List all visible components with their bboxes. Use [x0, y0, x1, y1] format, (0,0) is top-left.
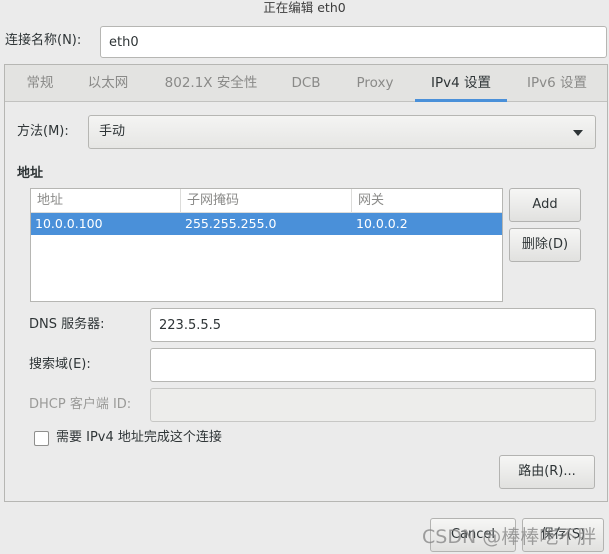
method-value: 手动 [99, 124, 126, 139]
column-header-gateway[interactable]: 网关 [352, 189, 502, 213]
connection-name-label: 连接名称(N): [5, 33, 82, 48]
settings-notebook: 常规 以太网 802.1X 安全性 DCB Proxy IPv4 设置 IPv6… [4, 64, 608, 502]
column-header-netmask[interactable]: 子网掩码 [181, 189, 352, 213]
window-title: 正在编辑 eth0 [263, 0, 346, 15]
address-section-title: 地址 [17, 166, 44, 181]
tab-general[interactable]: 常规 [15, 65, 65, 102]
address-table[interactable]: 地址 子网掩码 网关 10.0.0.100 255.255.255.0 10.0… [30, 188, 503, 302]
tab-dcb[interactable]: DCB [283, 65, 329, 102]
cell-netmask[interactable]: 255.255.255.0 [181, 213, 352, 235]
method-label: 方法(M): [17, 124, 69, 139]
connection-name-input[interactable] [100, 26, 607, 58]
search-domains-input[interactable] [150, 348, 596, 382]
tab-proxy[interactable]: Proxy [343, 65, 407, 102]
table-row[interactable]: 10.0.0.100 255.255.255.0 10.0.0.2 [31, 213, 502, 235]
tab-ipv6-settings[interactable]: IPv6 设置 [513, 65, 601, 102]
tab-ethernet[interactable]: 以太网 [77, 65, 139, 102]
chevron-down-icon [573, 130, 583, 136]
cell-gateway[interactable]: 10.0.0.2 [352, 213, 502, 235]
require-ipv4-checkbox[interactable] [34, 431, 49, 446]
search-domains-label: 搜索域(E): [29, 357, 91, 372]
require-ipv4-label[interactable]: 需要 IPv4 地址完成这个连接 [56, 428, 222, 448]
csdn-watermark: CSDN @棒棒吃不胖 [422, 526, 597, 548]
tab-8021x-security[interactable]: 802.1X 安全性 [151, 65, 271, 102]
dhcp-client-id-label: DHCP 客户端 ID: [29, 397, 132, 412]
dhcp-client-id-input [150, 388, 596, 422]
add-address-button[interactable]: Add [509, 188, 581, 222]
dns-label: DNS 服务器: [29, 317, 105, 332]
tab-bar: 常规 以太网 802.1X 安全性 DCB Proxy IPv4 设置 IPv6… [5, 65, 607, 102]
method-combobox[interactable]: 手动 [88, 115, 596, 149]
column-header-address[interactable]: 地址 [31, 189, 181, 213]
routes-button[interactable]: 路由(R)... [499, 455, 595, 489]
dns-servers-input[interactable] [150, 308, 596, 342]
delete-address-button[interactable]: 删除(D) [509, 228, 581, 262]
cell-address[interactable]: 10.0.0.100 [31, 213, 181, 235]
tab-ipv4-settings[interactable]: IPv4 设置 [415, 65, 507, 102]
